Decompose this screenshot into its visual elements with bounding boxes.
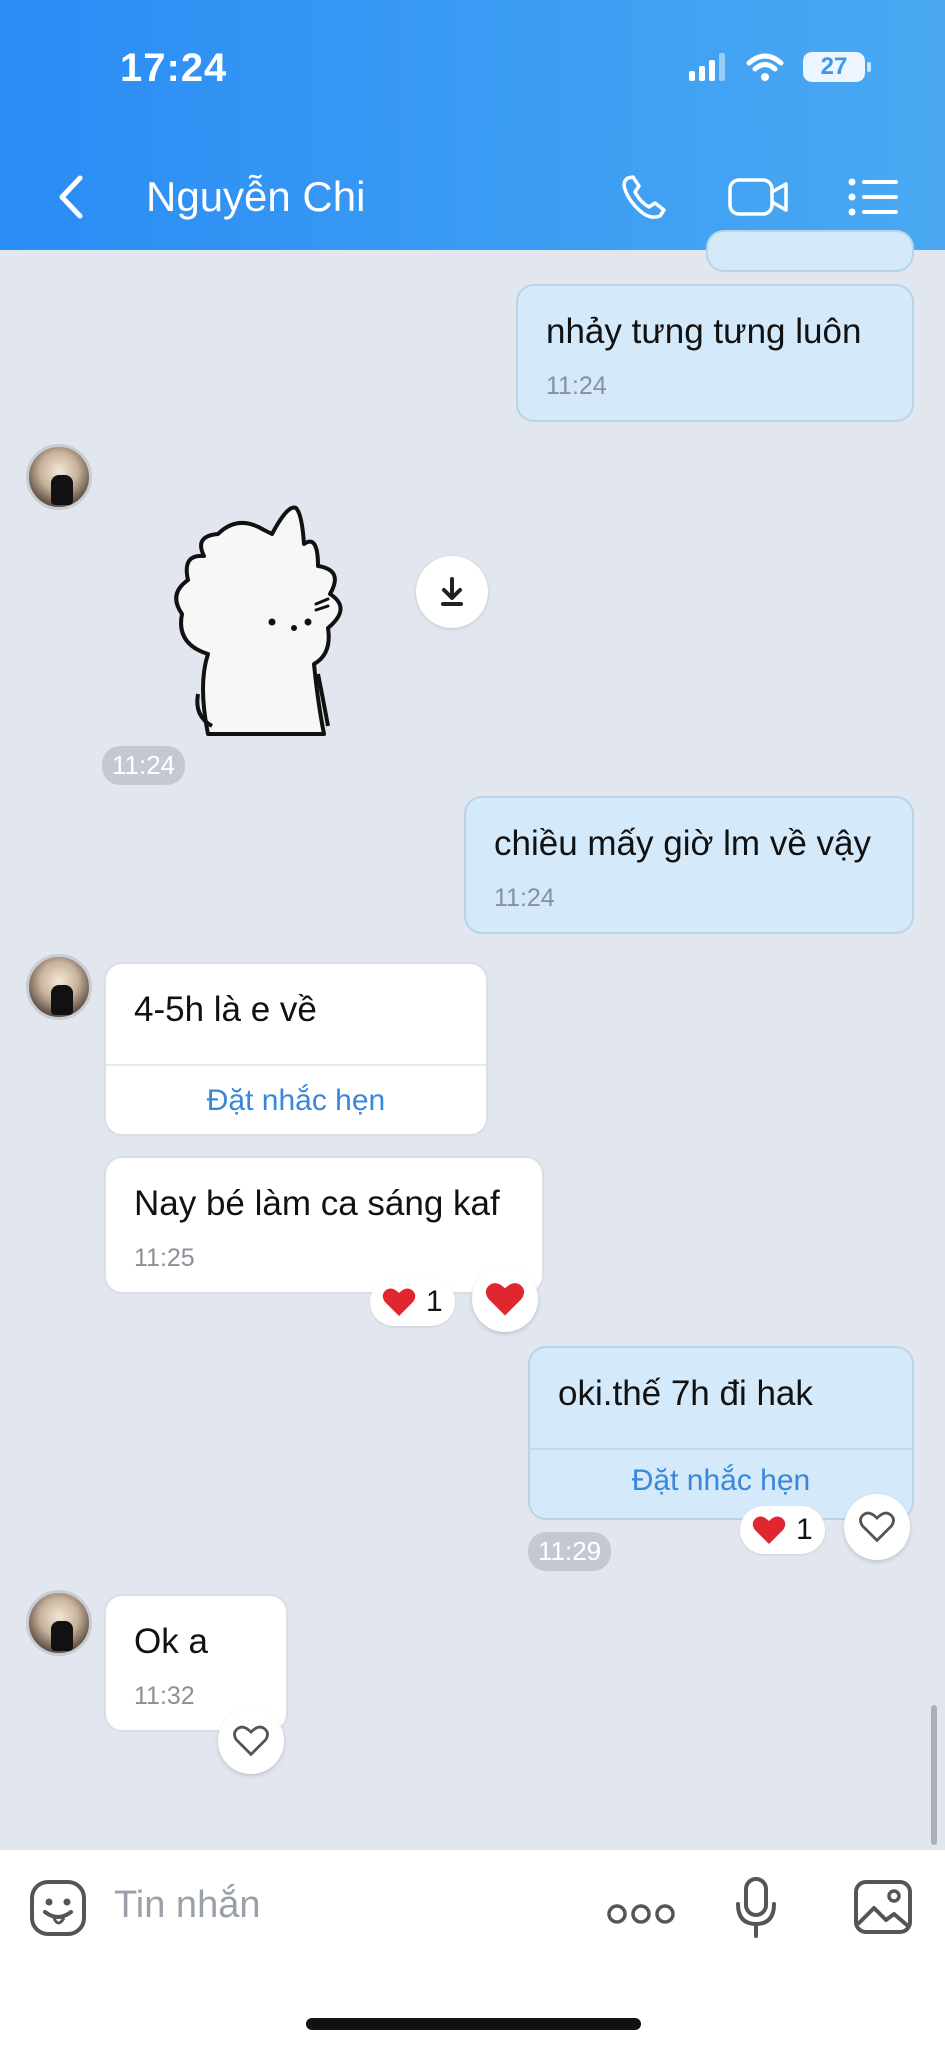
download-button[interactable] [416,556,488,628]
battery-level: 27 [820,53,848,80]
message-text: 4-5h là e về [134,990,317,1029]
react-button[interactable] [844,1494,910,1560]
composer-bar: Tin nhắn [0,1850,945,2048]
heart-icon [382,1288,416,1316]
microphone-icon[interactable] [734,1876,778,1940]
message-bubble-outgoing[interactable]: oki.thế 7h đi hak Đặt nhắc hẹn [528,1346,914,1520]
heart-icon [752,1516,786,1544]
home-indicator[interactable] [306,2018,641,2030]
message-bubble-partial[interactable] [706,230,914,272]
contact-avatar[interactable] [26,444,92,510]
message-text: oki.thế 7h đi hak [558,1374,813,1413]
chat-header: 17:24 27 Nguyễn Chi [0,0,945,250]
message-time: 11:24 [494,884,555,912]
more-options-icon[interactable] [606,1902,676,1926]
reaction-count: 1 [796,1513,813,1546]
status-time: 17:24 [120,46,228,90]
sticker-emoji-icon[interactable] [28,1878,88,1938]
set-reminder-link[interactable]: Đặt nhắc hẹn [106,1064,486,1136]
message-bubble-outgoing[interactable]: chiều mấy giờ lm về vậy 11:24 [464,796,914,934]
heart-outline-icon [859,1511,895,1543]
contact-avatar[interactable] [26,1590,92,1656]
battery-indicator: 27 [803,52,871,82]
menu-list-icon[interactable] [846,172,902,222]
video-call-icon[interactable] [726,172,792,222]
image-gallery-icon[interactable] [852,1878,914,1936]
contact-avatar[interactable] [26,954,92,1020]
message-time: 11:24 [546,372,607,400]
react-button[interactable] [218,1708,284,1774]
message-time-pill: 11:29 [528,1532,612,1571]
message-bubble-outgoing[interactable]: nhảy tưng tưng luôn 11:24 [516,284,914,422]
reaction-count: 1 [426,1285,443,1318]
download-icon [441,577,463,606]
message-input[interactable]: Tin nhắn [114,1884,260,1927]
message-bubble-incoming[interactable]: 4-5h là e về Đặt nhắc hẹn [104,962,488,1136]
message-text: nhảy tưng tưng luôn [546,312,862,351]
back-arrow-icon[interactable] [52,172,92,222]
signal-icon [689,53,725,81]
heart-icon [485,1283,525,1316]
message-text: Nay bé làm ca sáng kaf [134,1184,500,1223]
heart-outline-icon [233,1725,269,1757]
contact-name[interactable]: Nguyễn Chi [146,173,365,221]
scrollbar[interactable] [931,1705,937,1845]
message-text: Ok a [134,1622,208,1661]
message-text: chiều mấy giờ lm về vậy [494,824,871,863]
cat-sticker[interactable] [168,504,378,736]
react-button[interactable] [472,1266,538,1332]
wifi-icon [746,53,784,81]
reaction-summary[interactable]: 1 [370,1278,455,1326]
message-list[interactable]: nhảy tưng tưng luôn 11:24 11:24 chiều mấ… [0,230,945,1850]
reaction-summary[interactable]: 1 [740,1506,825,1554]
message-time: 11:25 [134,1244,195,1272]
message-time: 11:32 [134,1682,195,1710]
status-icons: 27 [689,52,871,82]
message-time-pill: 11:24 [102,746,186,785]
message-bubble-incoming[interactable]: Nay bé làm ca sáng kaf 11:25 [104,1156,544,1294]
phone-call-icon[interactable] [618,172,674,222]
